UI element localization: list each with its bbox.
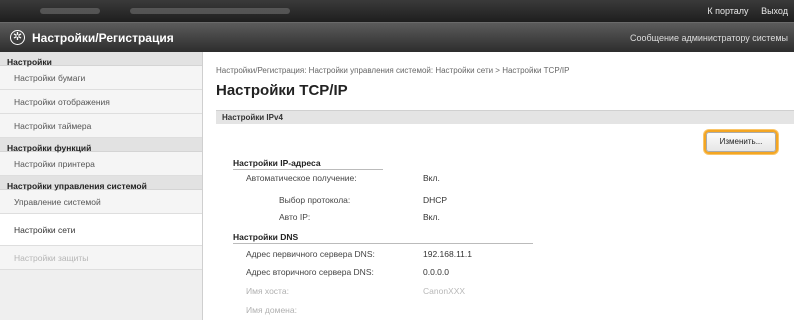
sidebar-item-paper-settings[interactable]: Настройки бумаги: [0, 66, 202, 90]
sidebar-item-timer-settings[interactable]: Настройки таймера: [0, 114, 202, 138]
sidebar: Настройки Настройки бумаги Настройки ото…: [0, 52, 203, 320]
host-name-value: CanonXXX: [423, 286, 466, 296]
sidebar-heading-function-settings: Настройки функций: [0, 138, 202, 153]
settings-logo-icon: ✲: [10, 30, 25, 45]
subsection-divider: [233, 243, 533, 244]
sidebar-item-network-settings[interactable]: Настройки сети: [0, 214, 202, 246]
page-title: Настройки TCP/IP: [216, 82, 348, 99]
primary-dns-value: 192.168.11.1: [423, 249, 472, 259]
top-links: К порталу Выход: [697, 6, 788, 16]
sidebar-item-system-management[interactable]: Управление системой: [0, 190, 202, 214]
edit-button[interactable]: Изменить...: [706, 132, 776, 152]
logout-link[interactable]: Выход: [761, 6, 788, 16]
section-header-ipv4: Настройки IPv4: [216, 110, 794, 124]
top-bar: К порталу Выход: [0, 0, 794, 22]
sidebar-item-security-settings[interactable]: Настройки защиты: [0, 246, 202, 270]
subsection-divider: [233, 169, 383, 170]
admin-message-link[interactable]: Сообщение администратору системы: [630, 33, 788, 43]
sidebar-item-display-settings[interactable]: Настройки отображения: [0, 90, 202, 114]
sidebar-heading-settings: Настройки: [0, 52, 202, 67]
blurred-header-text: [40, 8, 100, 14]
subsection-title-ip-address: Настройки IP-адреса: [233, 158, 321, 168]
auto-ip-value: Вкл.: [423, 212, 440, 222]
protocol-value: DHCP: [423, 195, 448, 205]
main-content: Настройки/Регистрация: Настройки управле…: [216, 52, 794, 320]
auto-acquire-label: Автоматическое получение:: [246, 173, 357, 183]
secondary-dns-label: Адрес вторичного сервера DNS:: [246, 267, 374, 277]
sidebar-heading-system-management: Настройки управления системой: [0, 176, 202, 191]
breadcrumb: Настройки/Регистрация: Настройки управле…: [216, 66, 570, 75]
subsection-title-dns: Настройки DNS: [233, 232, 299, 242]
secondary-dns-value: 0.0.0.0: [423, 267, 449, 277]
app-title: Настройки/Регистрация: [32, 31, 174, 45]
portal-link[interactable]: К порталу: [707, 6, 748, 16]
protocol-label: Выбор протокола:: [279, 195, 351, 205]
domain-name-label: Имя домена:: [246, 305, 297, 315]
blurred-header-text: [130, 8, 290, 14]
app-header: ✲ Настройки/Регистрация Сообщение админи…: [0, 22, 794, 52]
primary-dns-label: Адрес первичного сервера DNS:: [246, 249, 375, 259]
sidebar-item-printer-settings[interactable]: Настройки принтера: [0, 152, 202, 176]
host-name-label: Имя хоста:: [246, 286, 289, 296]
auto-ip-label: Авто IP:: [279, 212, 311, 222]
auto-acquire-value: Вкл.: [423, 173, 440, 183]
